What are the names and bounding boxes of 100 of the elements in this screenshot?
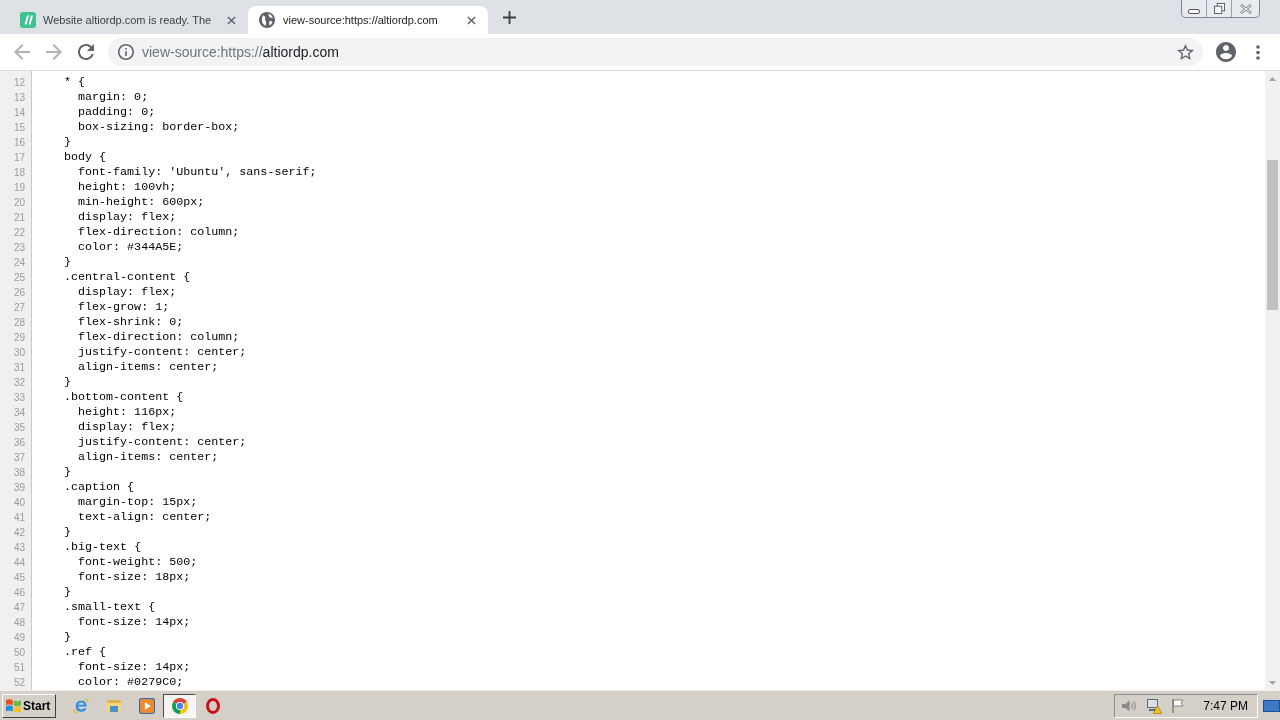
browser-tab[interactable]: view-source:https://altiordp.com xyxy=(248,6,488,34)
code-line: font-family: 'Ubuntu', sans-serif; xyxy=(78,165,317,179)
line-number: 16 xyxy=(13,137,25,148)
line-number: 40 xyxy=(13,497,25,508)
restore-icon xyxy=(1213,3,1225,14)
line-number: 12 xyxy=(13,77,25,88)
flag-icon[interactable] xyxy=(1170,697,1187,714)
code-line: .central-content { xyxy=(64,270,191,284)
code-line: display: flex; xyxy=(78,285,177,299)
line-number: 26 xyxy=(13,287,25,298)
show-desktop-button[interactable] xyxy=(1263,699,1280,712)
line-number: 21 xyxy=(13,212,25,223)
code-line: } xyxy=(64,585,71,599)
code-line: } xyxy=(64,255,71,269)
line-number: 42 xyxy=(13,527,25,538)
line-number: 41 xyxy=(13,512,25,523)
code-line: margin-top: 15px; xyxy=(78,495,198,509)
slashes-tile-icon xyxy=(20,12,36,28)
line-number: 15 xyxy=(13,122,25,133)
code-line: .caption { xyxy=(64,480,135,494)
account-icon xyxy=(1216,42,1236,62)
code-line: body { xyxy=(64,150,107,164)
close-icon xyxy=(466,15,476,25)
plus-icon xyxy=(502,10,516,24)
line-number: 36 xyxy=(13,437,25,448)
code-line: margin: 0; xyxy=(78,90,149,104)
code-line: flex-shrink: 0; xyxy=(78,315,184,329)
code-line: justify-content: center; xyxy=(78,345,247,359)
line-number: 35 xyxy=(13,422,25,433)
line-number: 27 xyxy=(13,302,25,313)
line-number: 39 xyxy=(13,482,25,493)
code-line: flex-direction: column; xyxy=(78,330,240,344)
globe-icon xyxy=(259,12,275,28)
scrollbar-thumb[interactable] xyxy=(1267,160,1278,310)
line-number: 43 xyxy=(13,542,25,553)
line-number: 29 xyxy=(13,332,25,343)
line-number: 50 xyxy=(13,647,25,658)
o-ring-icon xyxy=(204,697,221,714)
folder-icon xyxy=(105,697,122,714)
triangle-down-icon xyxy=(1269,680,1276,685)
arrow-right-icon xyxy=(46,44,62,60)
line-number: 51 xyxy=(13,662,25,673)
line-number: 47 xyxy=(13,602,25,613)
code-line: } xyxy=(64,465,71,479)
code-line: font-weight: 500; xyxy=(78,555,198,569)
bookmark-button[interactable] xyxy=(1176,43,1194,61)
line-number: 14 xyxy=(13,107,25,118)
reload-icon xyxy=(78,44,94,60)
code-line: color: #0279C0; xyxy=(78,675,184,689)
code-line: font-size: 14px; xyxy=(78,615,191,629)
code-line: } xyxy=(64,525,71,539)
code-line: padding: 0; xyxy=(78,105,156,119)
code-line: font-size: 18px; xyxy=(78,570,191,584)
code-line: * { xyxy=(64,75,86,89)
line-number: 23 xyxy=(13,242,25,253)
network-warning-icon[interactable] xyxy=(1146,697,1163,714)
url-text: view-source:https://altiordp.com xyxy=(142,43,339,62)
line-number: 24 xyxy=(13,257,25,268)
code-line: } xyxy=(64,135,71,149)
line-number: 48 xyxy=(13,617,25,628)
line-number: 32 xyxy=(13,377,25,388)
address-bar[interactable]: view-source:https://altiordp.com xyxy=(108,38,1203,66)
code-line: box-sizing: border-box; xyxy=(78,120,240,134)
code-line: .ref { xyxy=(64,645,107,659)
code-line: font-size: 14px; xyxy=(78,660,191,674)
code-line: flex-grow: 1; xyxy=(78,300,170,314)
line-number: 18 xyxy=(13,167,25,178)
code-line: color: #344A5E; xyxy=(78,240,184,254)
line-number: 46 xyxy=(13,587,25,598)
close-icon xyxy=(226,15,236,25)
line-number: 49 xyxy=(13,632,25,643)
line-number: 17 xyxy=(13,152,25,163)
info-icon[interactable] xyxy=(118,44,134,60)
start-button[interactable]: Start xyxy=(2,693,56,718)
line-number: 30 xyxy=(13,347,25,358)
code-line: justify-content: center; xyxy=(78,435,247,449)
line-number: 52 xyxy=(13,677,25,688)
arrow-left-icon xyxy=(14,44,30,60)
line-number: 38 xyxy=(13,467,25,478)
code-line: } xyxy=(64,375,71,389)
code-line: height: 116px; xyxy=(78,405,177,419)
triangle-up-icon xyxy=(1269,76,1276,81)
line-number: 44 xyxy=(13,557,25,568)
minimize-icon xyxy=(1188,8,1200,14)
line-number: 20 xyxy=(13,197,25,208)
code-line: .bottom-content { xyxy=(64,390,184,404)
play-icon xyxy=(138,697,155,714)
close-icon xyxy=(1239,3,1252,14)
line-number: 13 xyxy=(13,92,25,103)
e-globe-icon xyxy=(72,697,89,714)
line-number: 22 xyxy=(13,227,25,238)
line-number: 37 xyxy=(13,452,25,463)
clock-text: 7:47 PM xyxy=(1203,697,1248,714)
code-line: align-items: center; xyxy=(78,450,219,464)
line-number: 31 xyxy=(13,362,25,373)
code-line: display: flex; xyxy=(78,210,177,224)
ring-circle-icon xyxy=(171,697,188,714)
code-line: .small-text { xyxy=(64,600,156,614)
code-line: flex-direction: column; xyxy=(78,225,240,239)
taskbar-app-button[interactable] xyxy=(163,693,196,718)
